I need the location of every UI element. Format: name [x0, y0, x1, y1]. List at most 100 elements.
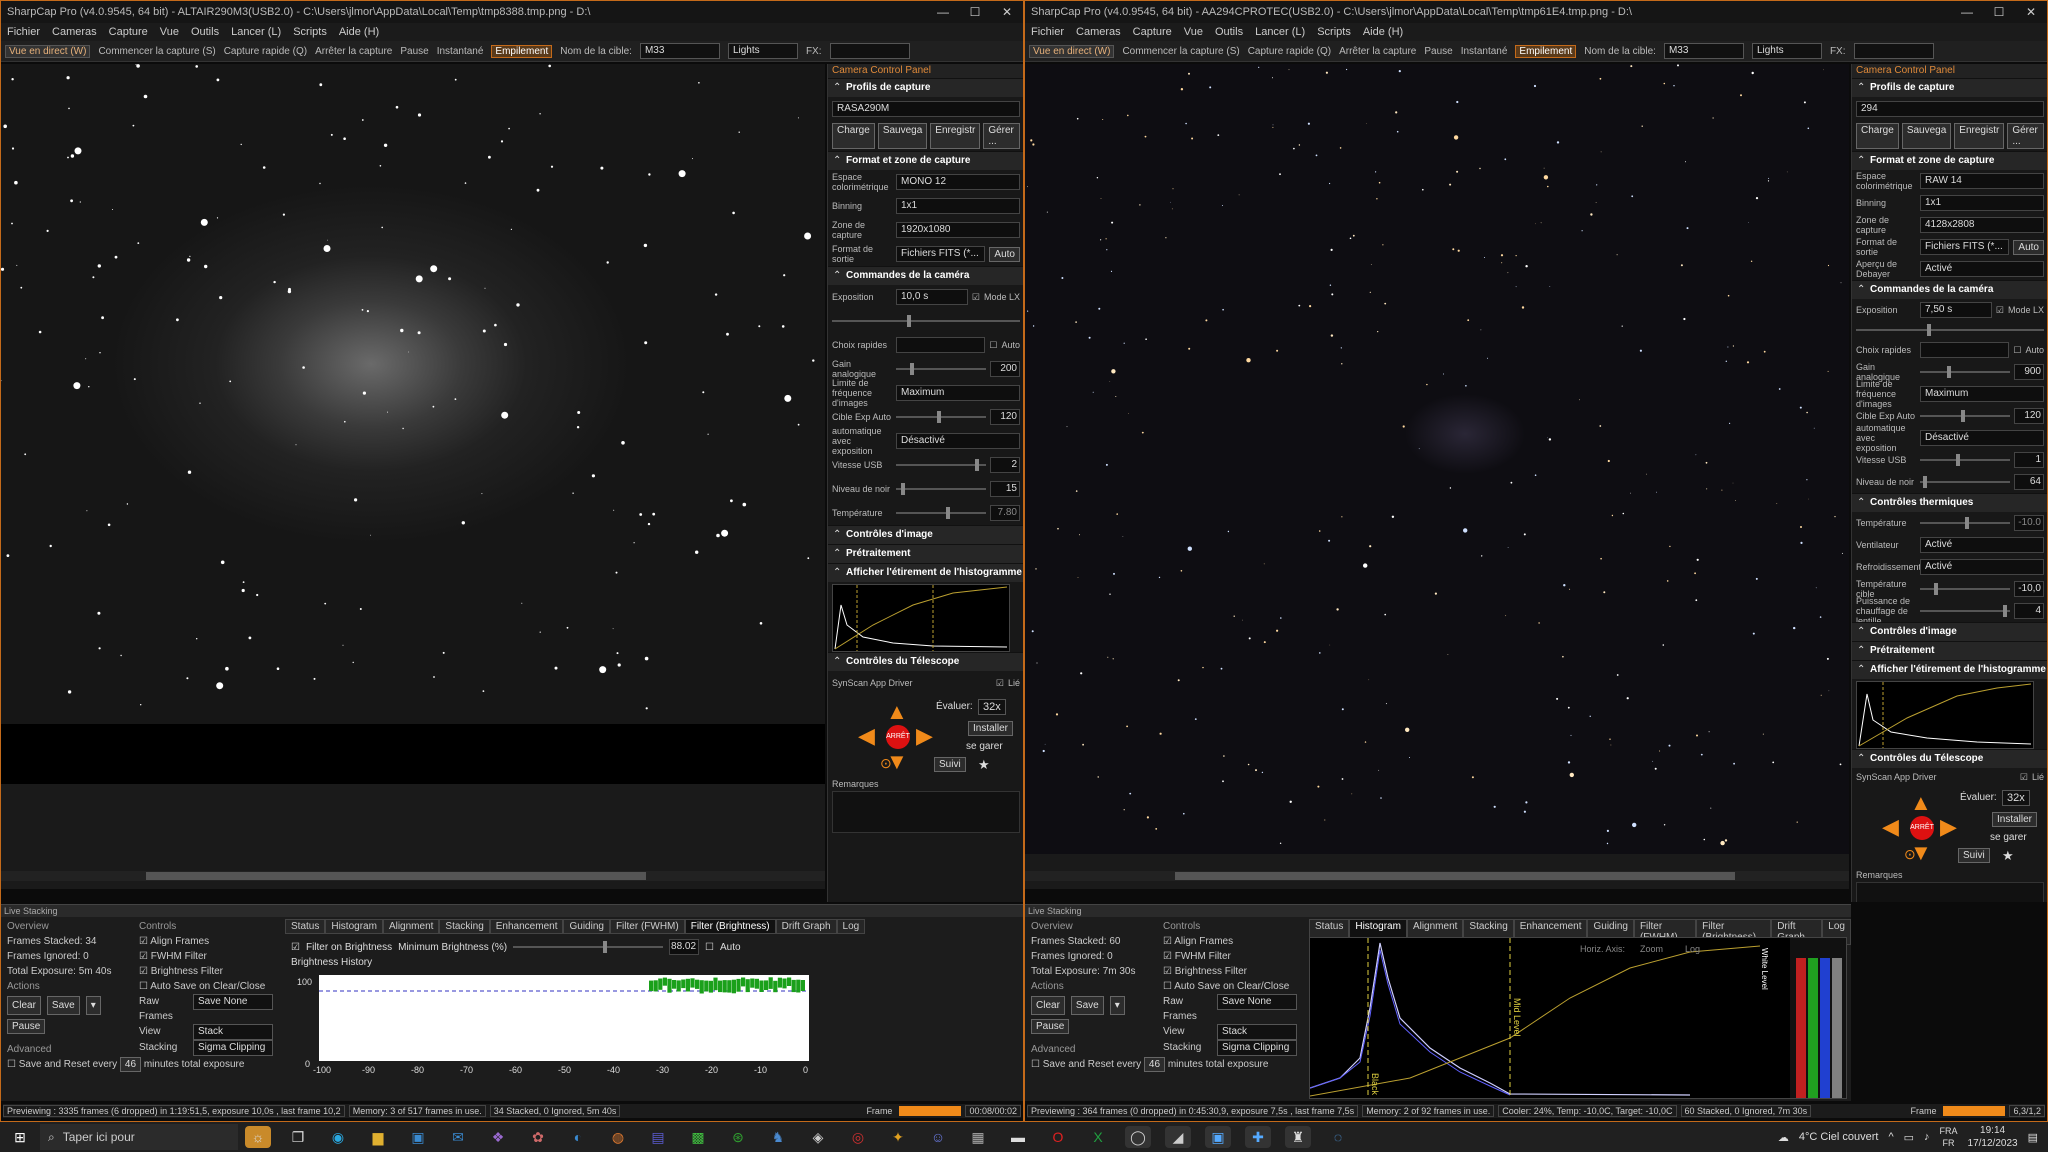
camera-controls-section[interactable]: Commandes de la caméra: [828, 266, 1023, 285]
exposure-input[interactable]: 10,0 s: [896, 289, 968, 305]
tab-filter-brightness[interactable]: Filter (Brightness): [684, 919, 776, 934]
cooler-select[interactable]: Activé: [1920, 559, 2044, 575]
capture-area-select[interactable]: 4128x2808: [1920, 217, 2044, 233]
rate-select[interactable]: 32x: [978, 699, 1006, 715]
sharpcap-icon[interactable]: ◯: [1125, 1126, 1151, 1148]
app-icon-4[interactable]: ▤: [645, 1126, 671, 1148]
menu-scripts[interactable]: Scripts: [1317, 26, 1351, 38]
output-format-select[interactable]: Fichiers FITS (*...: [896, 246, 986, 262]
pause-button[interactable]: Pause: [1424, 46, 1452, 57]
histogram-section[interactable]: Afficher l'étirement de l'histogramme: [828, 563, 1023, 582]
auto-exp-mode-select[interactable]: Désactivé: [896, 433, 1020, 449]
zoom-label[interactable]: Zoom: [1640, 944, 1663, 954]
auto-checkbox[interactable]: ☐: [705, 942, 714, 953]
tab-filter-fwhm[interactable]: Filter (FWHM): [609, 919, 685, 934]
menu-lancer[interactable]: Lancer (L): [1255, 26, 1305, 38]
menu-fichier[interactable]: Fichier: [1031, 26, 1064, 38]
reset-checkbox[interactable]: ☐: [1031, 1059, 1040, 1070]
edge-icon[interactable]: ◉: [325, 1126, 351, 1148]
manage-profile-button[interactable]: Gérer ...: [2007, 123, 2044, 149]
target-temp-value[interactable]: -10,0: [2014, 581, 2044, 597]
app-icon-15[interactable]: ✚: [1245, 1126, 1271, 1148]
app-icon-2[interactable]: ✿: [525, 1126, 551, 1148]
binning-select[interactable]: 1x1: [1920, 195, 2044, 211]
target-temp-slider[interactable]: [1920, 583, 2010, 595]
firefox-icon[interactable]: ◍: [605, 1126, 631, 1148]
auto-exposure-checkbox[interactable]: ☐: [2013, 345, 2021, 356]
auto-exposure-checkbox[interactable]: ☐: [989, 340, 997, 351]
usb-speed-slider[interactable]: [896, 459, 986, 471]
up-arrow-icon[interactable]: ▲: [1910, 790, 1932, 816]
load-profile-button[interactable]: Charge: [832, 123, 875, 149]
colorspace-select[interactable]: RAW 14: [1920, 173, 2044, 189]
app-icon-8[interactable]: ◈: [805, 1126, 831, 1148]
min-brightness-value[interactable]: 88.02: [669, 939, 700, 955]
fan-select[interactable]: Activé: [1920, 537, 2044, 553]
app-icon-12[interactable]: ▬: [1005, 1126, 1031, 1148]
save-button[interactable]: Save: [1070, 996, 1104, 1015]
menu-aide[interactable]: Aide (H): [339, 26, 379, 38]
fx-select[interactable]: [829, 43, 910, 59]
store-icon[interactable]: ▣: [405, 1126, 431, 1148]
menu-cameras[interactable]: Cameras: [1076, 26, 1121, 38]
minimize-icon[interactable]: —: [927, 5, 959, 19]
weather-icon[interactable]: ☁: [1778, 1131, 1789, 1144]
black-level-slider[interactable]: [1920, 476, 2010, 488]
usb-speed-value[interactable]: 2: [990, 457, 1020, 473]
tracking-button[interactable]: Suivi: [1958, 848, 1990, 863]
tab-enhancement[interactable]: Enhancement: [489, 919, 564, 934]
frame-type-select[interactable]: Lights: [1751, 43, 1822, 59]
fwhm-checkbox[interactable]: ☑: [139, 951, 148, 962]
mail-icon[interactable]: ✉: [445, 1126, 471, 1148]
windows-start-icon[interactable]: ⊞: [7, 1126, 33, 1148]
maximize-icon[interactable]: ☐: [1983, 5, 2015, 19]
app-icon-14[interactable]: ▣: [1205, 1126, 1231, 1148]
save-profile-button[interactable]: Sauvega: [877, 123, 928, 149]
weather-text[interactable]: 4°C Ciel couvert: [1799, 1131, 1879, 1143]
left-arrow-icon[interactable]: ◀: [858, 723, 875, 749]
task-view-icon[interactable]: ❐: [285, 1126, 311, 1148]
park-label[interactable]: se garer: [1990, 832, 2027, 843]
app-icon-16[interactable]: ♜: [1285, 1126, 1311, 1148]
binning-select[interactable]: 1x1: [896, 198, 1020, 214]
debayer-select[interactable]: Activé: [1920, 261, 2044, 277]
gain-value[interactable]: 200: [990, 361, 1020, 377]
app-icon-13[interactable]: ◢: [1165, 1126, 1191, 1148]
mode-lx-checkbox[interactable]: ☑: [972, 292, 980, 303]
telescope-section[interactable]: Contrôles du Télescope: [828, 652, 1023, 671]
histogram-section[interactable]: Afficher l'étirement de l'histogramme: [1852, 660, 2047, 679]
park-label[interactable]: se garer: [966, 741, 1003, 752]
log-label[interactable]: Log: [1685, 944, 1700, 954]
stop-button[interactable]: ARRÊT: [1910, 816, 1934, 840]
opera-icon[interactable]: O: [1045, 1126, 1071, 1148]
filter-on-checkbox[interactable]: ☑: [291, 942, 300, 953]
black-level-value[interactable]: 64: [2014, 474, 2044, 490]
auto-target-value[interactable]: 120: [990, 409, 1020, 425]
tab-stacking[interactable]: Stacking: [439, 919, 490, 934]
preprocessing-section[interactable]: Prétraitement: [1852, 641, 2047, 660]
usb-speed-value[interactable]: 1: [2014, 452, 2044, 468]
menu-vue[interactable]: Vue: [1184, 26, 1203, 38]
fx-select[interactable]: [1853, 43, 1934, 59]
left-image-canvas[interactable]: [1, 64, 825, 889]
auto-format-button[interactable]: Auto: [2013, 239, 2044, 255]
stacking-button[interactable]: Empilement: [491, 44, 553, 58]
profiles-section[interactable]: Profils de capture: [1852, 78, 2047, 97]
target-select[interactable]: M33: [1663, 43, 1744, 59]
menu-capture[interactable]: Capture: [1133, 26, 1172, 38]
gain-value[interactable]: 900: [2014, 364, 2044, 380]
h-scrollbar[interactable]: [1, 871, 825, 881]
output-format-select[interactable]: Fichiers FITS (*...: [1920, 239, 2010, 255]
black-level-value[interactable]: 15: [990, 481, 1020, 497]
close-icon[interactable]: ✕: [991, 5, 1023, 19]
install-button[interactable]: Installer: [968, 721, 1014, 736]
exposure-slider[interactable]: [1856, 324, 2044, 336]
exposure-slider[interactable]: [832, 315, 1020, 327]
tab-log[interactable]: Log: [836, 919, 866, 934]
format-section[interactable]: Format et zone de capture: [1852, 151, 2047, 170]
live-view-button[interactable]: Vue en direct (W): [1029, 44, 1115, 58]
app-icon-6[interactable]: ⊛: [725, 1126, 751, 1148]
align-checkbox[interactable]: ☑: [139, 936, 148, 947]
raw-frames-select[interactable]: Save None: [1217, 994, 1297, 1010]
stop-button[interactable]: ARRÊT: [886, 725, 910, 749]
